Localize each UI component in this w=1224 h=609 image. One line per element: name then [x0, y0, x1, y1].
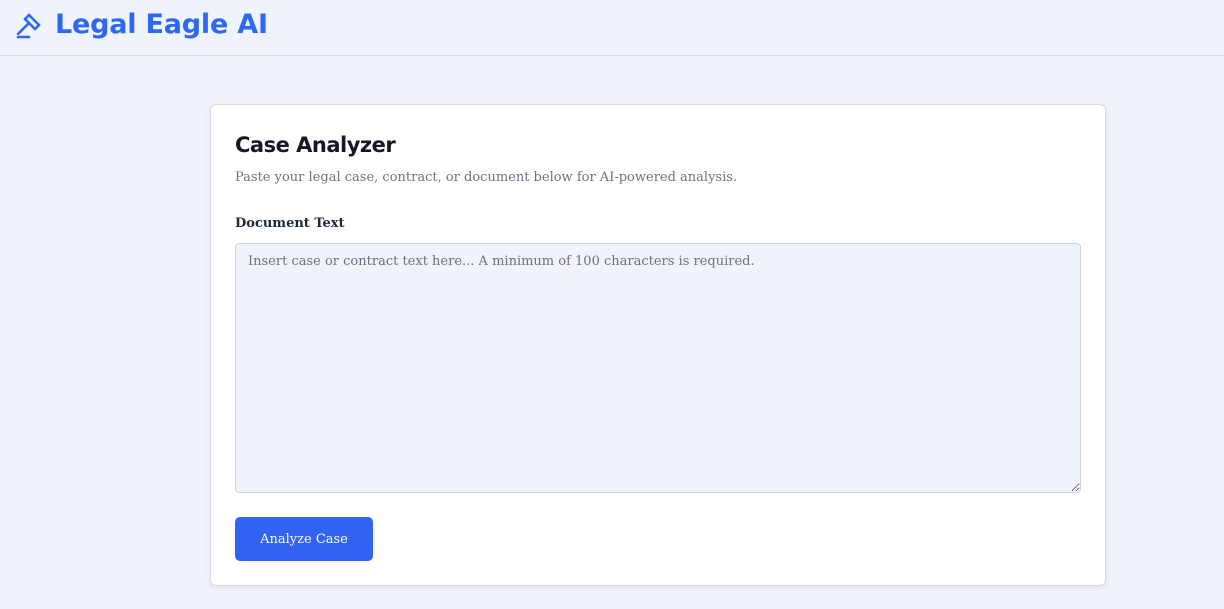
case-analyzer-card: Case Analyzer Paste your legal case, con… — [210, 104, 1106, 586]
brand[interactable]: Legal Eagle AI — [15, 8, 268, 42]
brand-title: Legal Eagle AI — [55, 9, 268, 40]
analyze-case-button[interactable]: Analyze Case — [235, 517, 373, 561]
gavel-icon — [16, 13, 41, 39]
page-subtitle: Paste your legal case, contract, or docu… — [235, 170, 738, 185]
document-text-input[interactable] — [235, 243, 1081, 493]
page-title: Case Analyzer — [235, 133, 396, 157]
document-text-label: Document Text — [235, 216, 345, 231]
app-header: Legal Eagle AI — [0, 0, 1224, 56]
